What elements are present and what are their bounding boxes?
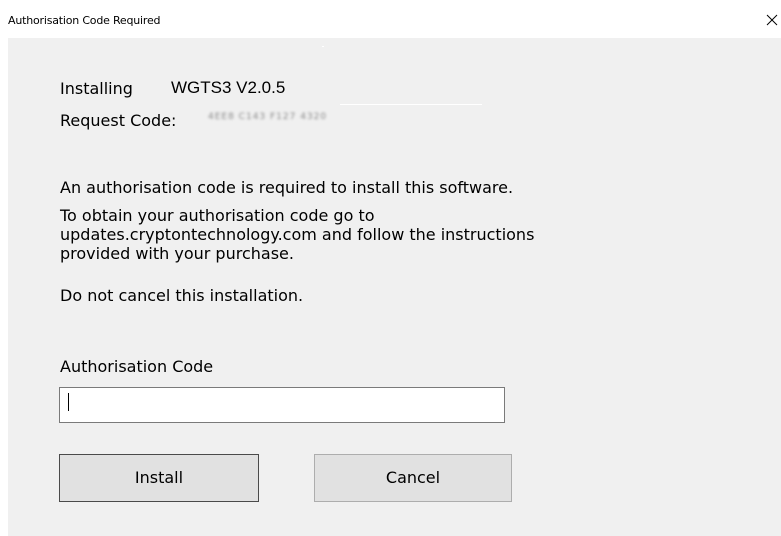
auth-code-input[interactable]: [59, 387, 505, 423]
info-line-required: An authorisation code is required to ins…: [60, 178, 514, 197]
install-button[interactable]: Install: [59, 454, 259, 502]
installing-label: Installing: [60, 79, 133, 98]
request-code-label: Request Code:: [60, 111, 177, 130]
text-caret: [68, 393, 69, 411]
product-name: WGTS3 V2.0.5: [171, 78, 286, 97]
close-icon[interactable]: [765, 13, 779, 27]
request-code-value: 4EE8 C143 F127 4320: [208, 112, 328, 122]
title-bar[interactable]: Authorisation Code Required: [0, 0, 781, 36]
decorative-line: [340, 104, 482, 105]
auth-code-label: Authorisation Code: [60, 357, 214, 376]
decorative-mark: [322, 46, 324, 47]
dialog-body: Installing WGTS3 V2.0.5 Request Code: 4E…: [8, 38, 781, 536]
window-title: Authorisation Code Required: [8, 14, 161, 27]
dialog-window: Authorisation Code Required Installing W…: [0, 0, 781, 536]
info-line-instructions: To obtain your authorisation code go to …: [60, 206, 535, 263]
info-line-warning: Do not cancel this installation.: [60, 286, 304, 305]
cancel-button[interactable]: Cancel: [314, 454, 512, 502]
